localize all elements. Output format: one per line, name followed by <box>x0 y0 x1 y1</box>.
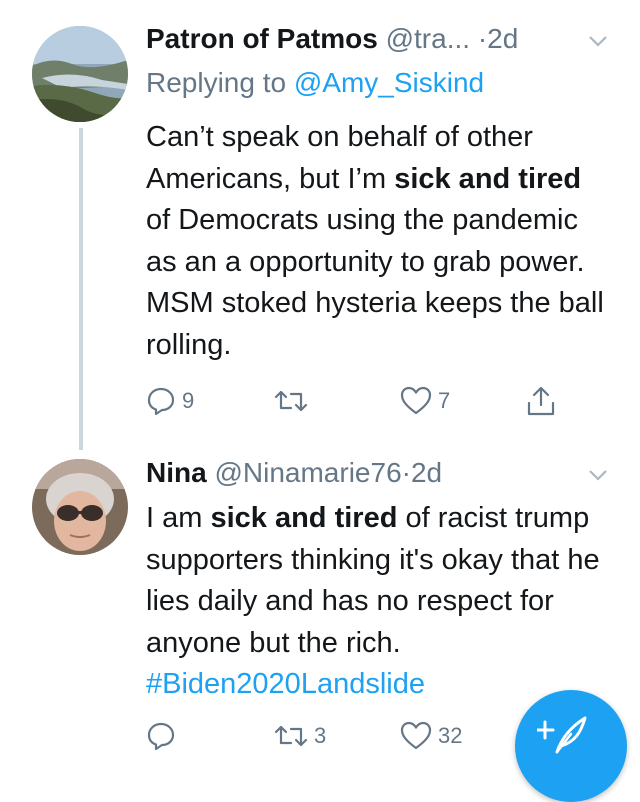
separator-dot: · <box>401 457 411 488</box>
reply-icon <box>146 721 176 751</box>
compose-feather-icon <box>535 712 589 761</box>
user-handle[interactable]: @tra... <box>386 23 470 54</box>
tweet-1[interactable]: Patron of Patmos @tra... ·2d Replying to… <box>0 0 640 450</box>
share-button[interactable] <box>526 381 556 421</box>
avatar-patron-of-patmos[interactable] <box>32 26 128 122</box>
reply-count: 9 <box>182 388 195 413</box>
retweet-button[interactable]: 3 <box>274 716 326 756</box>
tweet-header: Patron of Patmos @tra... ·2d <box>146 22 610 56</box>
display-name[interactable]: Nina <box>146 457 207 488</box>
tweet-text-part: I am <box>146 502 211 534</box>
reply-mention-link[interactable]: @Amy_Siskind <box>294 67 484 98</box>
retweet-count: 3 <box>314 723 327 748</box>
timestamp[interactable]: 2d <box>487 23 518 54</box>
like-button[interactable]: 32 <box>400 716 462 756</box>
reply-button[interactable] <box>146 716 182 756</box>
tweet-text-bold: sick and tired <box>394 162 582 195</box>
retweet-icon <box>274 386 308 416</box>
replying-to-label: Replying to <box>146 67 287 98</box>
like-count: 7 <box>438 388 451 413</box>
caret-down-icon[interactable] <box>587 30 609 52</box>
tweet-text-bold: sick and tired <box>210 502 398 534</box>
tweet-header: Nina @Ninamarie76·2d <box>146 456 610 490</box>
like-button[interactable]: 7 <box>400 381 450 421</box>
timestamp[interactable]: 2d <box>411 457 442 488</box>
like-icon <box>400 386 432 416</box>
tweet-text: I am sick and tired of racist trump supp… <box>146 498 606 706</box>
like-count: 32 <box>438 723 463 748</box>
tweet-text-part: of Democrats using the pandemic as an a … <box>146 204 604 361</box>
separator-dot: · <box>477 23 488 54</box>
retweet-icon <box>274 721 308 751</box>
retweet-button[interactable] <box>274 381 314 421</box>
user-handle[interactable]: @Ninamarie76 <box>214 457 401 488</box>
share-icon <box>526 385 556 417</box>
hashtag-link[interactable]: #Biden2020Landslide <box>146 668 425 700</box>
thread-connector-line <box>79 128 83 450</box>
replying-to: Replying to @Amy_Siskind <box>146 66 484 100</box>
avatar-nina[interactable] <box>32 459 128 555</box>
like-icon <box>400 721 432 751</box>
caret-down-icon[interactable] <box>587 464 609 486</box>
reply-button[interactable]: 9 <box>146 381 194 421</box>
tweet-actions: 9 7 <box>146 381 586 421</box>
tweet-text: Can’t speak on behalf of other Americans… <box>146 117 606 366</box>
compose-tweet-button[interactable] <box>515 690 627 802</box>
reply-icon <box>146 386 176 416</box>
display-name[interactable]: Patron of Patmos <box>146 23 378 54</box>
